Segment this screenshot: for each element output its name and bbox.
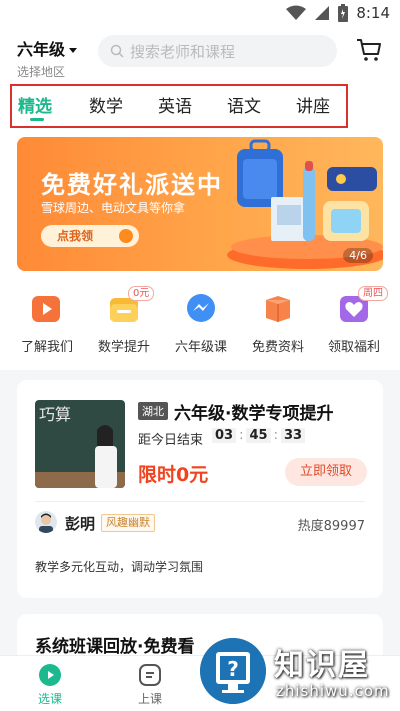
watermark-title: 知识屋 [274,648,370,683]
nav-attend-class[interactable]: 上课 [120,663,180,707]
quick-entry-badge: 0元 [128,286,155,301]
banner-subtitle: 雪球周边、电动文具等你拿 [41,201,186,215]
quick-entry-badge: 周四 [358,286,388,301]
tab-lecture[interactable]: 讲座 [296,92,330,117]
banner-title: 免费好礼派送中 [41,171,223,199]
search-input[interactable]: 搜索老师和课程 [98,35,337,67]
countdown-seconds: 33 [280,428,306,443]
banner-page-indicator: 4/6 [343,248,373,263]
cart-icon[interactable] [356,38,382,62]
quick-entry-benefits[interactable]: 周四 领取福利 [314,286,394,355]
gift-box-icon [266,296,290,322]
teacher-name: 彭明 [65,515,96,533]
divider [35,501,365,502]
quick-entry-grade6[interactable]: 六年级课 [161,290,241,355]
countdown-hours: 03 [212,428,237,443]
thumbnail-chalk-text: 巧算 [39,405,71,424]
course-price: 限时0元 [138,464,209,486]
header: 六年级 选择地区 搜索老师和课程 [0,28,400,80]
tab-english[interactable]: 英语 [158,92,192,117]
quick-entry-label: 领取福利 [327,340,380,355]
region-tag: 湖北 [138,402,168,420]
course-card[interactable]: 巧算 湖北 六年级·数学专项提升 距今日结束 03 : 45 : 33 限时0元… [17,380,383,598]
course-description: 教学多元化互动，调动学习氛围 [35,560,204,574]
nav-label: 上课 [137,692,162,706]
quick-entry-label: 免费资料 [251,340,304,355]
battery-icon [338,4,349,22]
tab-indicator [30,118,44,121]
status-bar: 8:14 [0,0,400,28]
question-mark-logo-icon: ? [200,638,266,704]
teacher-avatar [35,511,57,533]
popularity-count: 热度89997 [297,519,365,534]
countdown-timer: 03 : 45 : 33 [212,428,306,443]
banner-claim-button[interactable]: 点我领 [41,225,139,247]
tab-featured[interactable]: 精选 [18,92,52,117]
course-title: 六年级·数学专项提升 [174,404,334,424]
messenger-icon [187,294,215,322]
tab-math[interactable]: 数学 [89,92,123,117]
quick-entry-label: 六年级课 [174,340,227,355]
countdown-separator: : [273,428,278,443]
grade-label: 六年级 [17,40,66,59]
search-icon [110,44,124,58]
region-selector[interactable]: 选择地区 [17,63,77,80]
quick-entry-label: 了解我们 [20,340,73,355]
watermark: ? 知识屋 zhishiwu.com [196,638,396,708]
course-thumbnail: 巧算 [35,400,125,488]
quick-entry-label: 数学提升 [97,340,150,355]
wifi-icon [286,5,307,20]
countdown-minutes: 45 [246,428,271,443]
category-tabs: 精选 数学 英语 语文 讲座 [0,80,400,130]
class-icon [139,664,161,686]
search-placeholder: 搜索老师和课程 [130,42,236,61]
quick-entries: 了解我们 0元 数学提升 六年级课 免费资料 周四 领取福利 [0,286,400,360]
caret-down-icon [69,48,78,53]
countdown-label: 距今日结束 [138,433,204,448]
promo-banner[interactable]: 免费好礼派送中 雪球周边、电动文具等你拿 点我领 4/6 [17,137,383,271]
section-title: 系统班课回放·免费看 [35,637,195,657]
nav-select-course[interactable]: 选课 [20,663,80,707]
claim-now-button[interactable]: 立即领取 [285,458,367,486]
tab-chinese[interactable]: 语文 [227,92,261,117]
signal-icon [315,6,330,20]
quick-entry-free-materials[interactable]: 免费资料 [238,290,318,355]
teacher-tag: 风趣幽默 [101,514,155,532]
svg-text:?: ? [227,657,239,681]
status-time: 8:14 [356,4,390,22]
quick-entry-math[interactable]: 0元 数学提升 [84,286,164,355]
watermark-url: zhishiwu.com [276,682,390,700]
countdown-separator: : [239,428,244,443]
nav-label: 选课 [37,692,62,706]
quick-entry-about[interactable]: 了解我们 [7,290,87,355]
play-icon [32,296,60,322]
arrow-right-icon [119,229,133,243]
play-circle-icon [39,664,61,686]
banner-button-label: 点我领 [57,229,94,243]
grade-selector[interactable]: 六年级 选择地区 [17,36,78,80]
